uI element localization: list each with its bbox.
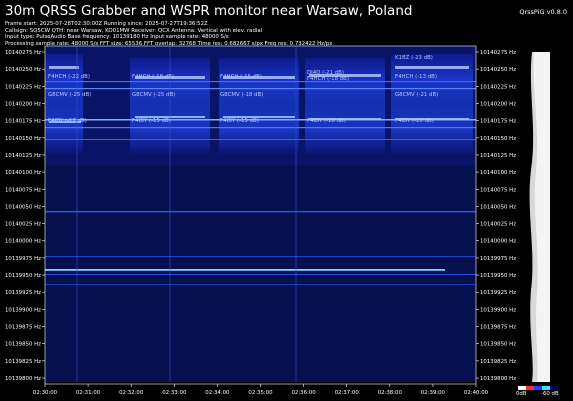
station-info: Frame start: 2025-07-28T02:30:00Z Runnin… (5, 21, 332, 47)
page-title: 30m QRSS Grabber and WSPR monitor near W… (5, 3, 413, 19)
freq-tick-label-left: 10140125 Hz (5, 153, 41, 159)
time-tick-label: 02:40:00 (464, 390, 489, 396)
time-tick-label: 02:33:00 (162, 390, 187, 396)
version-label: QrssPiG v0.8.0 (519, 8, 567, 16)
time-tick-label: 02:36:00 (291, 390, 316, 396)
freq-tick-label-right: 10139875 Hz (480, 325, 516, 331)
freq-tick-label-left: 10140075 Hz (5, 187, 41, 193)
freq-tick-label-left: 10140100 Hz (5, 170, 41, 176)
freq-tick-label-left: 10139925 Hz (5, 290, 41, 296)
freq-tick-label-left: 10139850 Hz (5, 342, 41, 348)
freq-tick-label-left: 10140025 Hz (5, 222, 41, 228)
scale-min-label: -60 dB (541, 391, 559, 397)
freq-tick-label-left: 10139875 Hz (5, 325, 41, 331)
freq-tick-label-left: 10140150 Hz (5, 136, 41, 142)
freq-tick-label-left: 10139900 Hz (5, 307, 41, 313)
freq-tick-label-right: 10139900 Hz (480, 307, 516, 313)
freq-tick-label-right: 10140025 Hz (480, 222, 516, 228)
freq-tick-label-left: 10140050 Hz (5, 204, 41, 210)
freq-tick-label-left: 10140275 Hz (5, 50, 41, 56)
waterfall-image (45, 46, 476, 382)
info-line-input: Input type: PulseAudio Base frequency: 1… (5, 34, 229, 41)
freq-tick-label-right: 10140075 Hz (480, 187, 516, 193)
time-tick-label: 02:32:00 (119, 390, 144, 396)
freq-tick-label-left: 10140000 Hz (5, 239, 41, 245)
freq-tick-label-right: 10140200 Hz (480, 101, 516, 107)
freq-tick-label-left: 10140225 Hz (5, 84, 41, 90)
freq-tick-label-right: 10140225 Hz (480, 84, 516, 90)
time-tick-label: 02:39:00 (421, 390, 446, 396)
freq-tick-label-right: 10139850 Hz (480, 342, 516, 348)
time-tick-label: 02:38:00 (378, 390, 403, 396)
freq-tick-label-left: 10140175 Hz (5, 119, 41, 125)
info-line-frame: Frame start: 2025-07-28T02:30:00Z Runnin… (5, 21, 208, 27)
freq-tick-label-right: 10140275 Hz (480, 50, 516, 56)
freq-tick-label-right: 10139950 Hz (480, 273, 516, 279)
freq-tick-label-left: 10140200 Hz (5, 101, 41, 107)
freq-tick-label-right: 10140000 Hz (480, 239, 516, 245)
time-tick-label: 02:35:00 (248, 390, 273, 396)
freq-tick-label-right: 10140050 Hz (480, 204, 516, 210)
freq-tick-label-right: 10140125 Hz (480, 153, 516, 159)
freq-tick-label-right: 10140100 Hz (480, 170, 516, 176)
freq-tick-label-right: 10140250 Hz (480, 67, 516, 73)
time-tick-label: 02:30:00 (33, 390, 58, 396)
freq-tick-label-left: 10139800 Hz (5, 376, 41, 382)
freq-tick-label-right: 10139925 Hz (480, 290, 516, 296)
time-tick-label: 02:37:00 (335, 390, 360, 396)
freq-tick-label-right: 10139825 Hz (480, 359, 516, 365)
freq-tick-label-left: 10139950 Hz (5, 273, 41, 279)
color-legend (518, 386, 558, 390)
scale-max-label: 0dB (516, 391, 527, 397)
db-scale-bar (529, 52, 550, 382)
info-line-callsign: Callsign: SQ5CW QTH: near Warsaw, KO01MW… (5, 27, 263, 34)
freq-tick-label-right: 10140175 Hz (480, 119, 516, 125)
freq-tick-label-right: 10140150 Hz (480, 136, 516, 142)
time-tick-label: 02:31:00 (76, 390, 101, 396)
freq-tick-label-left: 10140250 Hz (5, 67, 41, 73)
freq-tick-label-left: 10139825 Hz (5, 359, 41, 365)
freq-tick-label-left: 10139975 Hz (5, 256, 41, 262)
time-tick-label: 02:34:00 (205, 390, 230, 396)
freq-tick-label-right: 10139800 Hz (480, 376, 516, 382)
freq-tick-label-right: 10139975 Hz (480, 256, 516, 262)
